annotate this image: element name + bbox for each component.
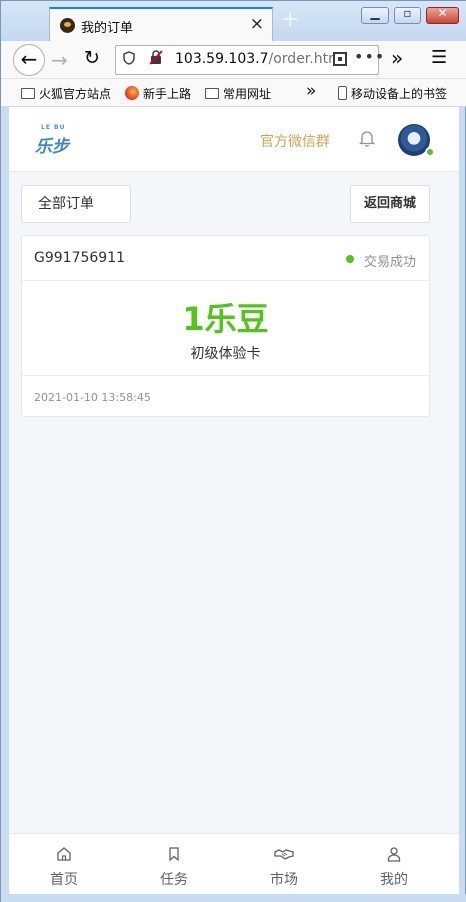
bookmarks-overflow-chevron-icon[interactable]: » [306,81,316,101]
tracking-shield-icon[interactable] [123,51,135,69]
overflow-chevron-icon[interactable]: » [391,46,403,70]
url-bar[interactable]: 103.59.103.7/order.htm ••• [115,45,384,75]
bookmark-label: 常用网址 [223,87,272,101]
bell-icon[interactable] [358,129,376,147]
window-maximize-button[interactable]: ▫ [394,6,421,24]
folder-icon [205,88,219,99]
folder-icon [21,88,35,99]
back-to-mall-button[interactable]: 返回商城 [350,185,430,223]
page-actions-button[interactable]: ••• [354,47,385,66]
browser-window: 我的订单 × + ▁ ▫ ✕ ← → ↻ 103.59.103.7/order.… [0,0,466,902]
order-card[interactable]: G991756911 交易成功 1乐豆 初级体验卡 2021-01-10 13:… [21,235,430,417]
tab-market[interactable]: 市场 [229,834,339,894]
insecure-lock-icon[interactable] [149,50,163,69]
tab-close-icon[interactable]: × [250,14,264,34]
order-card-body: 1乐豆 初级体验卡 [22,282,429,376]
window-bottom-border [1,894,466,902]
navigation-bar: ← → ↻ 103.59.103.7/order.htm ••• » ☰ [1,41,466,79]
handshake-icon [274,846,294,862]
wechat-group-link[interactable]: 官方微信群 [260,131,330,151]
bookmark-label: 火狐官方站点 [39,87,112,101]
firefox-icon [125,86,139,100]
tab-active[interactable]: 我的订单 × [49,7,273,41]
product-price: 1乐豆 [182,300,269,338]
user-icon [386,846,402,862]
bookmark-firefox-site[interactable]: 火狐官方站点 [21,85,111,102]
qr-code-icon[interactable] [333,52,347,66]
bookmark-common-sites[interactable]: 常用网址 [205,85,271,102]
close-icon: ✕ [437,6,448,20]
url-text[interactable]: 103.59.103.7/order.htm [175,51,333,67]
hamburger-menu-icon[interactable]: ☰ [431,47,447,68]
online-status-dot [425,147,435,157]
back-button[interactable]: ← [13,44,45,76]
bookmark-icon [166,846,182,862]
tab-label: 任务 [160,872,188,888]
bookmark-getting-started[interactable]: 新手上路 [125,85,191,102]
bookmark-label: 移动设备上的书签 [351,87,448,101]
window-close-button[interactable]: ✕ [426,6,459,24]
minimize-icon: ▁ [370,6,380,20]
app-header: LE BU 乐步 官方微信群 [9,107,459,172]
status-dot [346,255,354,263]
logo-text: 乐步 [35,137,69,157]
tab-tasks[interactable]: 任务 [119,834,229,894]
url-host: 103.59.103.7 [175,51,269,67]
mobile-icon [338,86,347,100]
maximize-icon: ▫ [403,6,412,20]
order-card-header: G991756911 交易成功 [22,236,429,281]
tab-title: 我的订单 [81,21,134,36]
bookmark-mobile[interactable]: 移动设备上的书签 [338,85,447,102]
order-number: G991756911 [34,250,126,266]
bookmark-label: 新手上路 [143,87,192,101]
window-minimize-button[interactable]: ▁ [361,6,389,24]
bottom-tab-bar: 首页 任务 市场 我的 [9,833,459,894]
order-time: 2021-01-10 13:58:45 [34,391,151,404]
tab-label: 首页 [50,872,78,888]
tab-home[interactable]: 首页 [9,834,119,894]
title-bar: 我的订单 × + ▁ ▫ ✕ [1,1,466,41]
new-tab-button[interactable]: + [281,9,299,31]
page-content: LE BU 乐步 官方微信群 全部订单 返回商城 G991756911 交易成功… [9,107,459,894]
forward-button[interactable]: → [51,48,68,72]
bookmarks-bar: 火狐官方站点 新手上路 常用网址 » 移动设备上的书签 [1,79,466,107]
order-status: 交易成功 [364,255,417,270]
home-icon [56,846,72,862]
product-name: 初级体验卡 [190,346,261,362]
tab-label: 我的 [380,872,408,888]
logo-subtext: LE BU [41,124,66,131]
site-favicon-icon [60,18,75,33]
tab-label: 市场 [270,872,298,888]
tab-mine[interactable]: 我的 [339,834,449,894]
app-logo[interactable]: LE BU 乐步 [33,121,81,157]
all-orders-dropdown[interactable]: 全部订单 [21,185,131,223]
reload-button[interactable]: ↻ [84,47,100,69]
url-path: /order.htm [268,51,333,67]
